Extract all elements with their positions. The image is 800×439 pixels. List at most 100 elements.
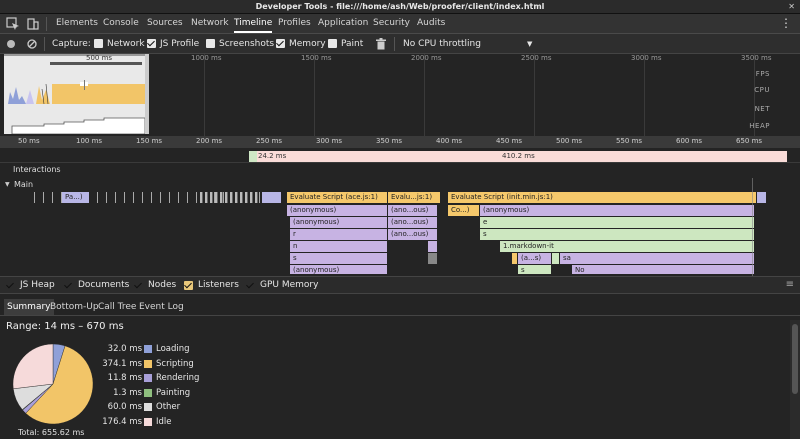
documents-checkbox[interactable] [64,281,73,290]
tab-call-tree[interactable]: Call Tree [95,299,139,315]
flame-bar[interactable]: (ano...ous) [388,229,438,240]
flame-bar[interactable]: Pa...) [62,192,90,203]
more-options-icon[interactable]: ⋮ [780,16,792,30]
flame-bar[interactable]: 1.markdown-it [500,241,755,252]
grid-line [204,54,205,136]
flame-bar[interactable]: (anonymous) [287,205,388,216]
close-icon[interactable]: ✕ [788,0,795,14]
legend-row-scripting: 374.1 ms Scripting [100,357,210,371]
nodes-checkbox[interactable] [134,281,143,290]
screenshots-checkbox[interactable] [206,39,215,48]
legend-label: Rendering [156,373,200,383]
tab-event-log[interactable]: Event Log [136,299,187,315]
main-thread-flame-chart[interactable]: ▼ Main Pa...) Evaluate Script (ace.js:1)… [0,178,800,276]
legend-value: 11.8 ms [107,373,142,383]
flame-bar[interactable]: s [290,253,388,264]
cpu-throttling-select[interactable]: No CPU throttling [403,34,481,54]
expand-triangle-icon[interactable]: ▼ [5,181,10,188]
memory-checkbox[interactable] [276,39,285,48]
window-title-bar: Developer Tools - file:///home/ash/Web/p… [0,0,800,14]
interactions-label: Interactions [13,165,61,174]
frame-bar[interactable] [249,151,257,162]
flame-bar[interactable]: n [290,241,388,252]
js-heap-checkbox[interactable] [6,281,15,290]
toolbar-divider [44,37,45,51]
flame-bar[interactable]: (a...s) [518,253,552,264]
flame-bar[interactable]: e [480,217,755,228]
js-profile-label: JS Profile [160,39,200,49]
tab-elements[interactable]: Elements [56,14,98,33]
flame-bar[interactable]: s [518,265,552,274]
frame-duration: 410.2 ms [502,152,535,160]
flame-bar[interactable] [757,192,767,203]
flame-bar[interactable] [428,253,438,264]
legend-label: Loading [156,344,190,354]
network-checkbox[interactable] [94,39,103,48]
pie-slice-idle [12,343,54,390]
tab-audits[interactable]: Audits [417,14,445,33]
clear-icon[interactable] [27,39,37,49]
flame-bar[interactable]: Evalu...js:1) [388,192,441,203]
tab-timeline[interactable]: Timeline [234,14,273,33]
paint-checkbox[interactable] [328,39,337,48]
fps-label: FPS [755,70,770,78]
legend-swatch [144,403,152,411]
tab-network[interactable]: Network [191,14,229,33]
grid-line [424,54,425,136]
net-label: NET [754,105,770,113]
js-profile-checkbox[interactable] [147,39,156,48]
details-scrollbar[interactable] [790,320,800,439]
scrollbar-thumb[interactable] [792,324,798,394]
legend-label: Other [156,402,181,412]
window-title: Developer Tools - file:///home/ash/Web/p… [255,2,545,11]
flame-bar[interactable]: (anonymous) [480,205,755,216]
legend-swatch [144,417,152,426]
legend-row-rendering: 11.8 ms Rendering [100,371,210,385]
resize-handle-icon[interactable]: ≡ [786,279,794,290]
screenshots-label: Screenshots [219,39,275,49]
flame-bar[interactable]: Co...) [448,205,480,216]
legend-value: 32.0 ms [107,344,142,354]
tab-bottom-up[interactable]: Bottom-Up [47,299,102,315]
tab-security[interactable]: Security [373,14,410,33]
js-heap-label: JS Heap [20,280,55,290]
inspect-element-icon[interactable] [6,17,20,31]
device-toolbar-icon[interactable] [26,17,40,31]
selection-marker [752,178,753,276]
legend-swatch [144,374,152,382]
ruler-tick: 400 ms [436,137,463,145]
flame-bar[interactable] [552,253,560,264]
trash-icon[interactable] [376,38,386,50]
details-tab-bar: Summary Bottom-Up Call Tree Event Log [0,299,800,316]
cpu-label: CPU [754,86,770,94]
tab-application[interactable]: Application [318,14,368,33]
legend-row-other: 60.0 ms Other [100,400,210,414]
chevron-down-icon[interactable]: ▼ [527,34,532,54]
gpu-memory-checkbox[interactable] [246,281,255,290]
overview-selection-window[interactable]: 500 ms [4,54,149,134]
flame-bar[interactable]: (ano...ous) [388,205,438,216]
flame-bar[interactable] [428,241,438,252]
flame-bar[interactable]: (anonymous) [290,265,388,274]
flame-bar[interactable]: (anonymous) [290,217,388,228]
flame-bar[interactable]: No [572,265,755,274]
tab-profiles[interactable]: Profiles [278,14,311,33]
summary-total: Total: 655.62 ms [18,428,85,437]
flame-bar[interactable]: Evaluate Script (ace.js:1) [287,192,388,203]
legend-value: 374.1 ms [102,358,142,369]
flame-bar[interactable]: Evaluate Script (init.min.js:1) [448,192,757,203]
flame-bar[interactable]: (ano...ous) [388,217,438,228]
overview-tick: 3500 ms [741,54,772,62]
listeners-label: Listeners [198,280,239,290]
listeners-checkbox[interactable] [184,281,193,290]
ruler-tick: 50 ms [18,137,40,145]
paint-label: Paint [341,39,364,49]
tab-sources[interactable]: Sources [147,14,183,33]
record-icon[interactable] [7,40,15,48]
legend-value: 60.0 ms [107,402,142,412]
flame-bar[interactable]: sa [560,253,755,264]
flame-bar[interactable] [262,192,282,203]
flame-bar[interactable]: r [290,229,388,240]
flame-bar[interactable]: s [480,229,755,240]
tab-console[interactable]: Console [103,14,139,33]
